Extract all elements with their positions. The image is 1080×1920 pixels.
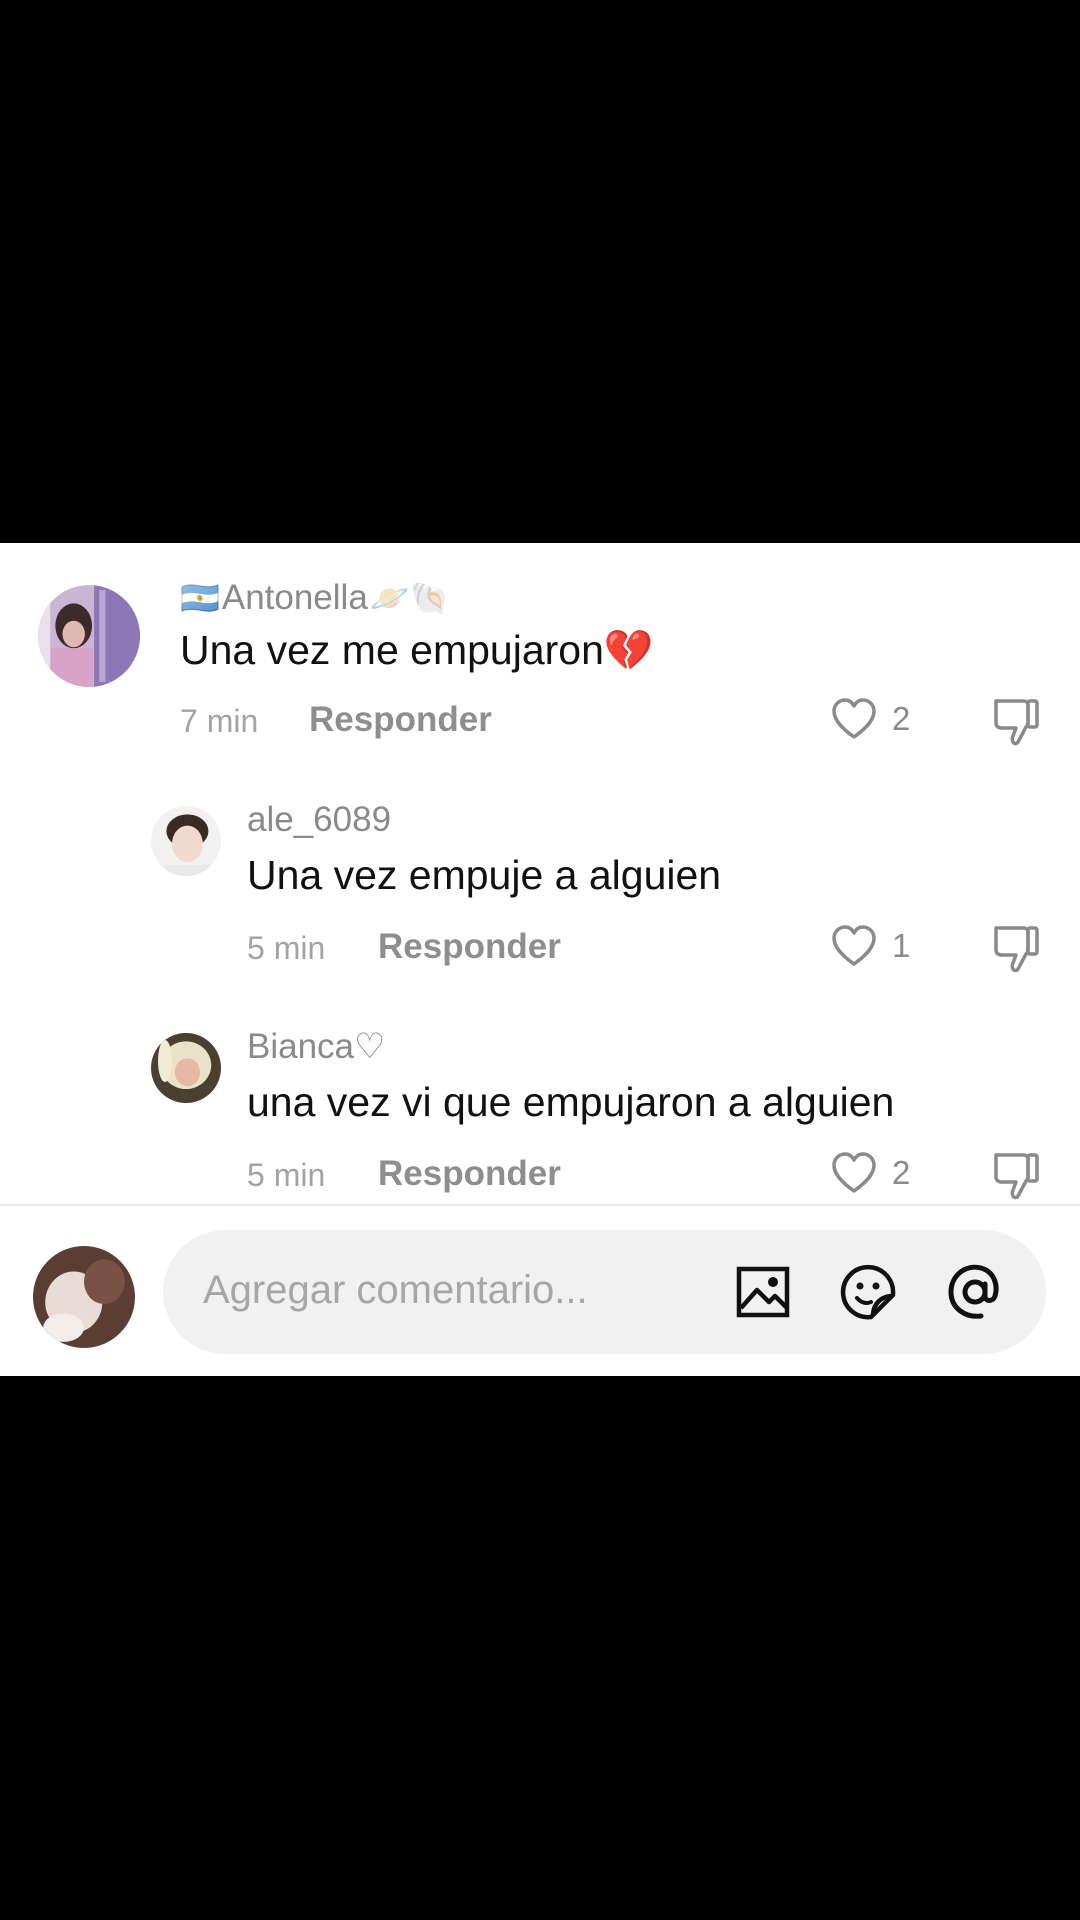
username[interactable]: ale_6089	[247, 800, 391, 840]
like-count: 1	[892, 927, 911, 964]
dislike-button[interactable]	[990, 695, 1042, 747]
comment-text: una vez vi que empujaron a alguien	[247, 1079, 894, 1126]
mention-button[interactable]	[945, 1262, 1005, 1322]
image-button[interactable]	[733, 1262, 793, 1322]
current-user-avatar	[33, 1246, 135, 1348]
like-count: 2	[892, 700, 911, 737]
username[interactable]: Bianca♡	[247, 1027, 385, 1067]
thumbs-down-icon	[994, 699, 1039, 746]
username-emoji: 🪐🐚	[369, 580, 450, 616]
comment-text: Una vez me empujaron 💔	[180, 627, 654, 674]
comments-panel: 🇦🇷 Antonella 🪐🐚 Una vez me empujaron 💔 7…	[0, 543, 1080, 1376]
comment-time: 5 min	[247, 1157, 326, 1193]
heart-outline-icon	[832, 925, 876, 966]
heart-outline-icon	[832, 1152, 876, 1193]
comment-time: 5 min	[247, 930, 326, 966]
dislike-button[interactable]	[990, 1149, 1042, 1201]
avatar[interactable]	[151, 806, 221, 876]
image-icon	[736, 1266, 790, 1318]
like-button[interactable]: 1	[830, 924, 910, 968]
comment-text-label: una vez vi que empujaron a alguien	[247, 1079, 895, 1125]
like-button[interactable]: 2	[830, 1151, 910, 1195]
comment-text-label: Una vez me empujaron	[180, 627, 604, 673]
like-button[interactable]: 2	[830, 697, 910, 741]
comment-text-label: Una vez empuje a alguien	[247, 852, 722, 898]
dislike-button[interactable]	[990, 922, 1042, 974]
flag-emoji: 🇦🇷	[180, 580, 220, 616]
username[interactable]: 🇦🇷 Antonella 🪐🐚	[180, 578, 449, 618]
avatar[interactable]	[151, 1033, 221, 1103]
heart-outline-icon	[832, 698, 876, 739]
comment-input[interactable]: Agregar comentario...	[163, 1230, 1046, 1354]
screen: 🇦🇷 Antonella 🪐🐚 Una vez me empujaron 💔 7…	[0, 0, 1080, 1920]
avatar-image	[33, 1246, 135, 1348]
emoji-sticker-icon	[840, 1264, 896, 1320]
at-sign-icon	[948, 1264, 999, 1319]
thumbs-down-icon	[994, 926, 1039, 973]
comment-input-bar: Agregar comentario...	[0, 1206, 1080, 1376]
avatar[interactable]	[38, 585, 140, 687]
broken-heart-emoji: 💔	[603, 628, 654, 673]
reply-button[interactable]: Responder	[378, 1154, 561, 1194]
thumbs-down-icon	[994, 1153, 1039, 1200]
like-count: 2	[892, 1154, 911, 1191]
reply-button[interactable]: Responder	[309, 700, 492, 740]
comment-text: Una vez empuje a alguien	[247, 852, 721, 899]
username-label: Antonella	[221, 578, 368, 617]
username-label: ale_6089	[247, 800, 392, 839]
avatar-image	[38, 585, 140, 687]
username-label: Bianca♡	[247, 1027, 386, 1066]
avatar-image	[151, 1033, 221, 1103]
comment-time: 7 min	[180, 703, 259, 739]
reply-button[interactable]: Responder	[378, 927, 561, 967]
avatar-image	[151, 806, 221, 876]
comment-input-placeholder: Agregar comentario...	[203, 1268, 588, 1312]
sticker-button[interactable]	[839, 1262, 899, 1322]
